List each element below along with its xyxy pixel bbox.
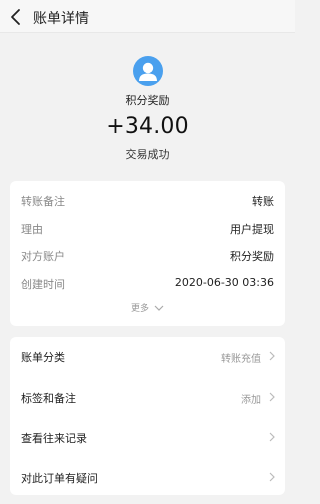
detail-row-counterparty: 对方账户 积分奖励 [10,245,285,265]
detail-label: 创建时间 [21,278,65,291]
more-button[interactable]: 更多 [10,301,285,314]
detail-label: 对方账户 [21,250,65,263]
detail-label: 理由 [21,223,43,236]
detail-value: 2020-06-30 03:36 [174,276,274,289]
detail-value: 转账 [252,195,274,208]
details-card: 转账备注 转账 理由 用户提现 对方账户 积分奖励 创建时间 2020-06-3… [10,181,285,326]
top-bar: 账单详情 [0,0,295,33]
back-button[interactable] [6,6,28,28]
menu-item-tags-notes[interactable]: 标签和备注 添加 [10,379,285,415]
menu-item-question[interactable]: 对此订单有疑问 [10,459,285,495]
detail-value: 用户提现 [230,223,274,236]
merchant-name: 积分奖励 [125,94,170,107]
menu-item-label: 账单分类 [21,351,65,364]
detail-row-reason: 理由 用户提现 [10,218,285,238]
more-label: 更多 [131,304,150,314]
chevron-right-icon [269,392,275,402]
menu-item-label: 查看往来记录 [21,432,87,445]
menu-item-bill-category[interactable]: 账单分类 转账充值 [10,338,285,374]
user-icon [139,62,157,81]
page-title: 账单详情 [33,11,89,27]
menu-item-history[interactable]: 查看往来记录 [10,419,285,455]
transaction-amount: +34.00 [106,114,189,139]
detail-row-created-time: 创建时间 2020-06-30 03:36 [10,273,285,293]
chevron-right-icon [269,351,275,361]
chevron-left-icon [11,9,20,25]
menu-item-label: 对此订单有疑问 [21,472,98,485]
chevron-right-icon [269,432,275,442]
detail-label: 转账备注 [21,195,65,208]
detail-value: 积分奖励 [230,250,274,263]
menu-item-value: 转账充值 [221,354,261,365]
detail-row-note: 转账备注 转账 [10,190,285,210]
menu-item-value: 添加 [241,395,261,406]
transaction-status: 交易成功 [125,148,170,161]
chevron-right-icon [269,472,275,482]
chevron-down-icon [154,305,164,311]
transaction-summary: 积分奖励 +34.00 交易成功 [0,33,295,171]
avatar [133,56,163,86]
menu-item-label: 标签和备注 [21,392,76,405]
actions-card: 账单分类 转账充值 标签和备注 添加 查看往来记录 对此订单有疑问 [10,337,285,495]
